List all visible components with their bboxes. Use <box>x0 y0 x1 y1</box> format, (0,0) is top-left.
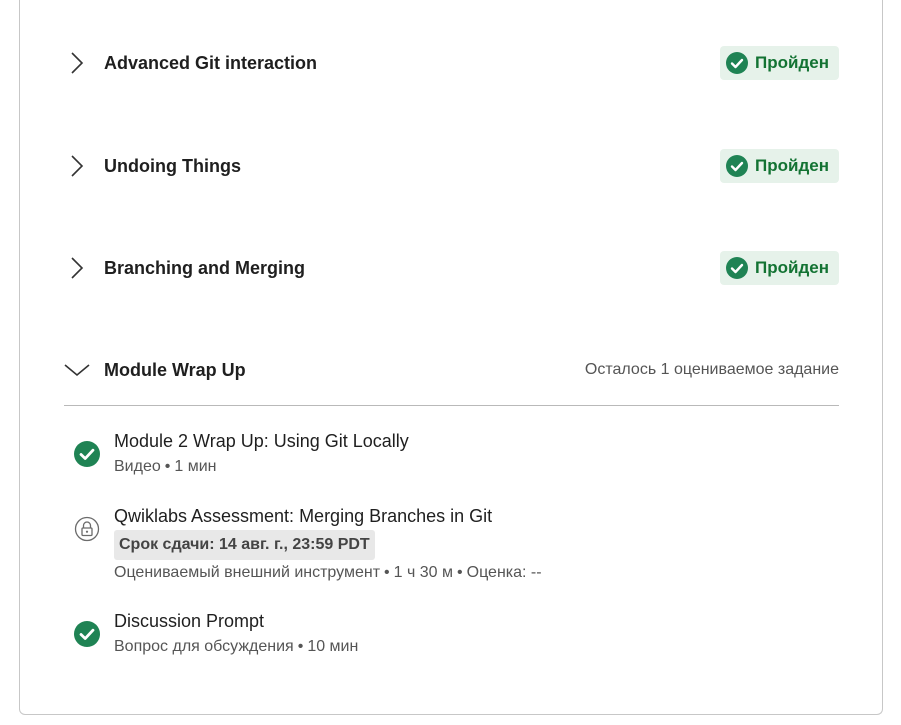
remaining-assignments: Осталось 1 оцениваемое задание <box>584 361 839 378</box>
item-duration: 10 мин <box>307 638 359 655</box>
chevron-right-icon[interactable] <box>64 153 90 179</box>
status-badge: Пройден <box>720 251 839 285</box>
section-title: Branching and Merging <box>104 257 306 278</box>
status-badge: Пройден <box>720 46 839 80</box>
section-title: Module Wrap Up <box>104 359 246 380</box>
check-circle-icon <box>74 441 100 467</box>
item-grade: Оценка: -- <box>466 564 542 581</box>
chevron-right-icon[interactable] <box>64 255 90 281</box>
lock-icon <box>74 516 100 542</box>
item-meta: Вопрос для обсуждения • 10 мин <box>114 638 359 655</box>
section-undoing-things[interactable]: Undoing Things Пройден <box>64 146 839 186</box>
item-type: Вопрос для обсуждения <box>114 638 294 655</box>
item-meta: Оцениваемый внешний инструмент • 1 ч 30 м •… <box>114 564 542 581</box>
check-circle-icon <box>74 621 100 647</box>
chevron-down-icon[interactable] <box>64 357 90 383</box>
section-module-wrap-up[interactable]: Module Wrap Up Осталось 1 оцениваемое за… <box>64 350 839 390</box>
check-circle-icon <box>726 52 749 74</box>
item-meta: Видео • 1 мин <box>114 458 217 475</box>
item-type: Оцениваемый внешний инструмент <box>114 564 381 581</box>
item-type: Видео <box>114 458 161 475</box>
section-branching-merging[interactable]: Branching and Merging Пройден <box>64 248 839 288</box>
check-circle-icon <box>726 155 749 177</box>
section-advanced-git[interactable]: Advanced Git interaction Пройден <box>64 43 839 83</box>
item-duration: 1 мин <box>174 458 217 475</box>
deadline-badge: Срок сдачи: 14 авг. г., 23:59 PDT <box>114 530 375 560</box>
status-label: Пройден <box>755 53 829 72</box>
item-title[interactable]: Module 2 Wrap Up: Using Git Locally <box>114 431 409 452</box>
item-duration: 1 ч 30 м <box>393 564 454 581</box>
item-title[interactable]: Discussion Prompt <box>114 611 264 632</box>
divider <box>64 405 839 406</box>
status-badge: Пройден <box>720 149 839 183</box>
section-title: Advanced Git interaction <box>104 52 318 73</box>
status-label: Пройден <box>755 156 829 175</box>
item-title[interactable]: Qwiklabs Assessment: Merging Branches in… <box>114 506 492 527</box>
check-circle-icon <box>726 257 749 279</box>
chevron-right-icon[interactable] <box>64 50 90 76</box>
section-title: Undoing Things <box>104 155 241 176</box>
status-label: Пройден <box>755 258 829 277</box>
